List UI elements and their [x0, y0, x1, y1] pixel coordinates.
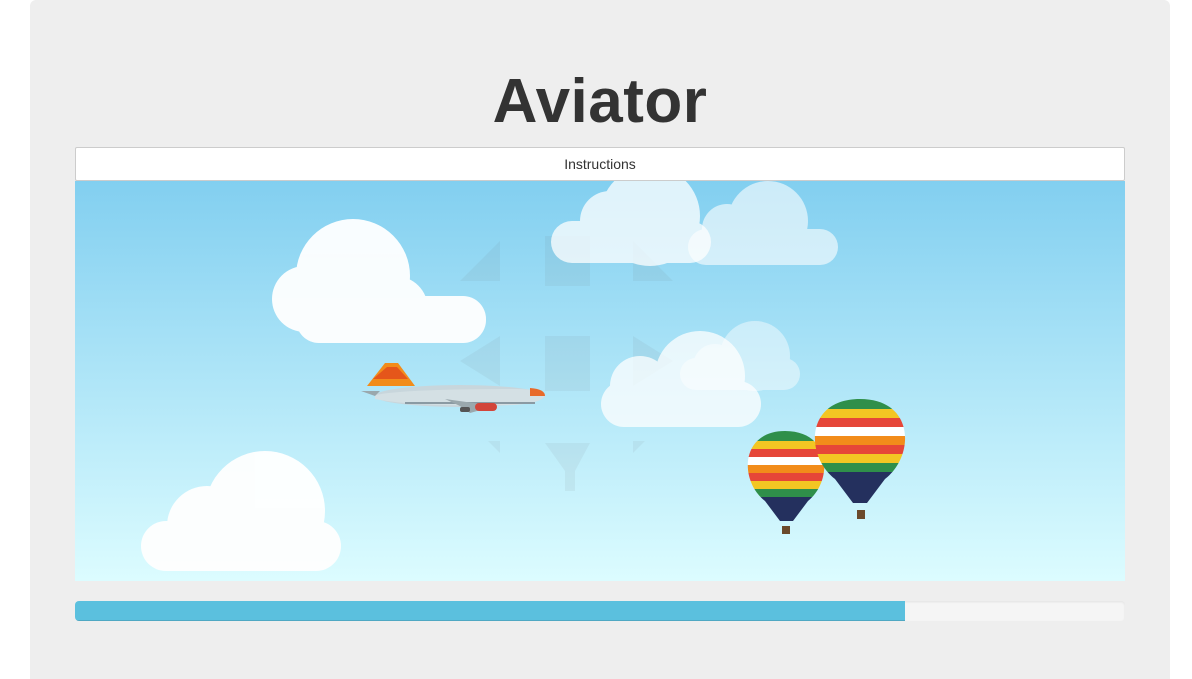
game-canvas[interactable]: [75, 181, 1125, 581]
instructions-button[interactable]: Instructions: [75, 147, 1125, 181]
page-title: Aviator: [492, 67, 708, 136]
progress-fill: [75, 601, 905, 621]
main-panel: Aviator Instructions: [30, 0, 1170, 679]
arrow-center-icon: [545, 336, 590, 391]
progress-bar: [75, 601, 1125, 621]
